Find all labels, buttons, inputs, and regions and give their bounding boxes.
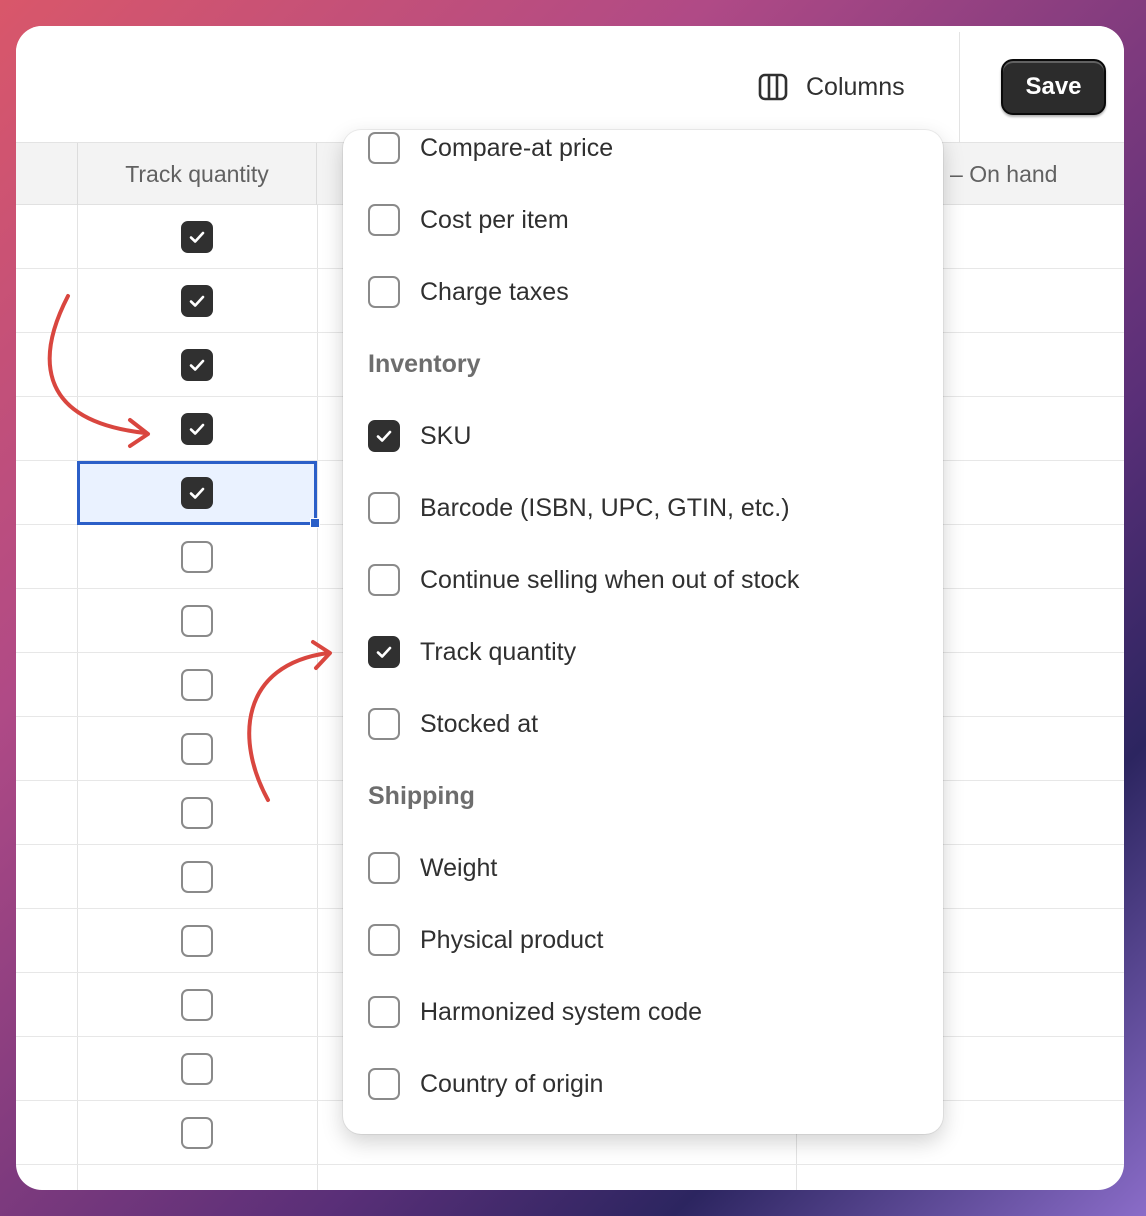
menu-item-checkbox[interactable] xyxy=(368,132,400,164)
menu-item-label: Stocked at xyxy=(420,709,539,738)
track-quantity-cell[interactable] xyxy=(77,781,317,845)
menu-item-checkbox[interactable] xyxy=(368,636,400,668)
menu-item-label: Charge taxes xyxy=(420,277,569,306)
menu-item-track-quantity[interactable]: Track quantity xyxy=(368,632,576,672)
menu-item-compare-at-price[interactable]: Compare-at price xyxy=(368,130,613,168)
track-quantity-cell[interactable] xyxy=(77,1101,317,1165)
menu-item-checkbox[interactable] xyxy=(368,204,400,236)
track-quantity-checkbox[interactable] xyxy=(181,413,213,445)
menu-item-country-of-origin[interactable]: Country of origin xyxy=(368,1064,603,1104)
menu-item-stocked-at[interactable]: Stocked at xyxy=(368,704,538,744)
menu-item-weight[interactable]: Weight xyxy=(368,848,497,888)
menu-item-barcode-isbn-upc-gtin-etc[interactable]: Barcode (ISBN, UPC, GTIN, etc.) xyxy=(368,488,790,528)
menu-item-label: Country of origin xyxy=(420,1069,604,1098)
track-quantity-checkbox[interactable] xyxy=(181,1117,213,1149)
track-quantity-cell[interactable] xyxy=(77,653,317,717)
columns-button[interactable]: Columns xyxy=(752,66,932,108)
menu-item-label: Weight xyxy=(420,853,498,882)
menu-item-checkbox[interactable] xyxy=(368,924,400,956)
app-window: Columns Save Track quantity ) – On hand … xyxy=(16,26,1124,1190)
track-quantity-cell[interactable] xyxy=(77,269,317,333)
track-quantity-cell[interactable] xyxy=(77,1037,317,1101)
top-toolbar: Columns Save xyxy=(16,26,1124,143)
menu-item-label: Track quantity xyxy=(420,637,577,666)
track-quantity-checkbox[interactable] xyxy=(181,989,213,1021)
menu-item-label: Compare-at price xyxy=(420,133,614,162)
menu-item-checkbox[interactable] xyxy=(368,996,400,1028)
track-quantity-cell[interactable] xyxy=(77,397,317,461)
track-quantity-cell[interactable] xyxy=(77,589,317,653)
track-quantity-cell[interactable] xyxy=(77,717,317,781)
column-header-on-hand[interactable]: ) – On hand xyxy=(936,143,1057,205)
track-quantity-checkbox[interactable] xyxy=(181,797,213,829)
menu-item-checkbox[interactable] xyxy=(368,1068,400,1100)
track-quantity-checkbox[interactable] xyxy=(181,669,213,701)
section-label-inventory: Inventory xyxy=(368,349,481,378)
columns-label: Columns xyxy=(806,72,905,101)
track-quantity-checkbox[interactable] xyxy=(181,1053,213,1085)
track-quantity-checkbox[interactable] xyxy=(181,221,213,253)
menu-item-label: Physical product xyxy=(420,925,604,954)
track-quantity-checkbox[interactable] xyxy=(181,605,213,637)
menu-item-checkbox[interactable] xyxy=(368,420,400,452)
toolbar-divider xyxy=(959,32,960,143)
track-quantity-cell[interactable] xyxy=(77,461,320,528)
track-quantity-checkbox[interactable] xyxy=(181,733,213,765)
menu-item-continue-selling-when-out-of-stock[interactable]: Continue selling when out of stock xyxy=(368,560,799,600)
column-header-track-quantity[interactable]: Track quantity xyxy=(77,143,317,205)
menu-item-label: Barcode (ISBN, UPC, GTIN, etc.) xyxy=(420,493,790,522)
menu-item-cost-per-item[interactable]: Cost per item xyxy=(368,200,569,240)
columns-dropdown-menu: Inventory Shipping Compare-at price Cost … xyxy=(343,130,943,1134)
track-quantity-cell[interactable] xyxy=(77,205,317,269)
track-quantity-cell[interactable] xyxy=(77,525,317,589)
menu-item-checkbox[interactable] xyxy=(368,492,400,524)
menu-item-physical-product[interactable]: Physical product xyxy=(368,920,603,960)
track-quantity-checkbox[interactable] xyxy=(181,285,213,317)
menu-item-harmonized-system-code[interactable]: Harmonized system code xyxy=(368,992,702,1032)
track-quantity-checkbox[interactable] xyxy=(181,925,213,957)
track-quantity-checkbox[interactable] xyxy=(181,861,213,893)
track-quantity-checkbox[interactable] xyxy=(181,477,213,509)
menu-item-charge-taxes[interactable]: Charge taxes xyxy=(368,272,569,312)
menu-item-checkbox[interactable] xyxy=(368,708,400,740)
track-quantity-checkbox[interactable] xyxy=(181,541,213,573)
track-quantity-checkbox[interactable] xyxy=(181,349,213,381)
track-quantity-cell[interactable] xyxy=(77,909,317,973)
menu-item-checkbox[interactable] xyxy=(368,276,400,308)
section-label-shipping: Shipping xyxy=(368,781,475,810)
menu-item-label: Continue selling when out of stock xyxy=(420,565,800,594)
track-quantity-cell[interactable] xyxy=(77,333,317,397)
menu-item-sku[interactable]: SKU xyxy=(368,416,471,456)
track-quantity-cell[interactable] xyxy=(77,973,317,1037)
menu-item-label: Harmonized system code xyxy=(420,997,703,1026)
menu-item-checkbox[interactable] xyxy=(368,852,400,884)
track-quantity-cell[interactable] xyxy=(77,845,317,909)
menu-item-label: Cost per item xyxy=(420,205,569,234)
save-button[interactable]: Save xyxy=(1001,59,1106,115)
columns-icon xyxy=(758,73,788,101)
menu-item-checkbox[interactable] xyxy=(368,564,400,596)
menu-item-label: SKU xyxy=(420,421,472,450)
